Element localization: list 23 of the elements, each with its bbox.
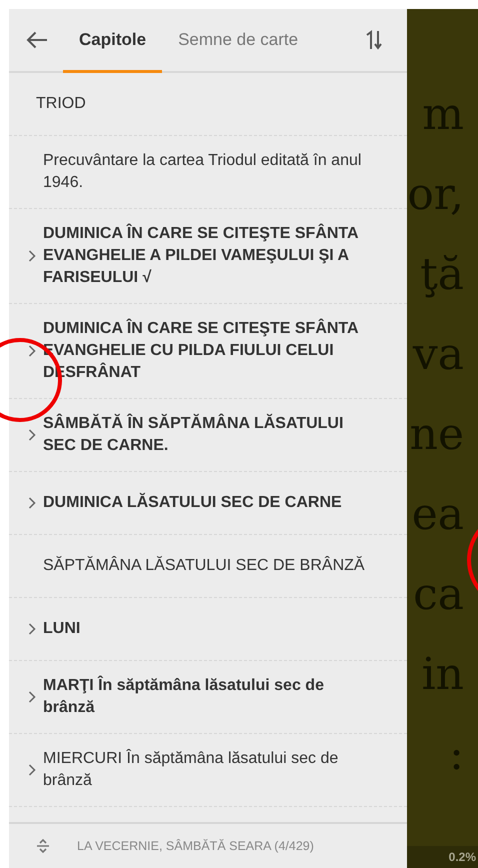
chapter-item[interactable]: LUNI xyxy=(43,618,80,640)
chevron-icon[interactable] xyxy=(28,691,36,703)
chevron-icon[interactable] xyxy=(28,623,36,635)
chevron-icon[interactable] xyxy=(28,764,36,776)
chapter-item[interactable]: TRIOD xyxy=(36,93,86,115)
chevron-icon[interactable] xyxy=(28,345,36,357)
chapter-item[interactable]: DUMINICA LĂSATULUI SEC DE CARNE xyxy=(43,492,342,514)
back-arrow-icon[interactable] xyxy=(26,31,48,49)
chapter-item[interactable]: SĂPTĂMÂNA LĂSATULUI SEC DE BRÂNZĂ xyxy=(43,555,365,577)
chapter-item[interactable]: SÂMBĂTĂ ÎN SĂPTĂMÂNA LĂSATULUI SEC DE CARNE. xyxy=(43,413,370,457)
tab[interactable]: Semne de carte xyxy=(162,9,314,73)
chapter-item[interactable]: Precuvântare la cartea Triodul editată în anul 1946. xyxy=(43,150,370,194)
expand-collapse-icon[interactable] xyxy=(35,838,51,854)
current-chapter-label: LA VECERNIE, SÂMBĂTĂ SEARA (4/429) xyxy=(77,839,314,853)
progress-label: 0.2% xyxy=(448,850,477,864)
tab[interactable]: Capitole xyxy=(63,9,162,73)
chapter-item[interactable]: MIERCURI În săptămâna lăsatului sec de brânză xyxy=(43,748,370,792)
chevron-icon[interactable] xyxy=(28,429,36,441)
reader-text: : xyxy=(449,729,464,781)
chevron-icon[interactable] xyxy=(28,497,36,509)
chapter-item[interactable]: MARŢI În săptămâna lăsatului sec de brânză xyxy=(43,675,370,719)
chapter-item[interactable]: DUMINICA ÎN CARE SE CITEŞTE SFÂNTA EVANGHELIE A PILDEI VAMEŞULUI ŞI A FARISEULUI √ xyxy=(43,223,370,289)
chevron-icon[interactable] xyxy=(28,250,36,262)
